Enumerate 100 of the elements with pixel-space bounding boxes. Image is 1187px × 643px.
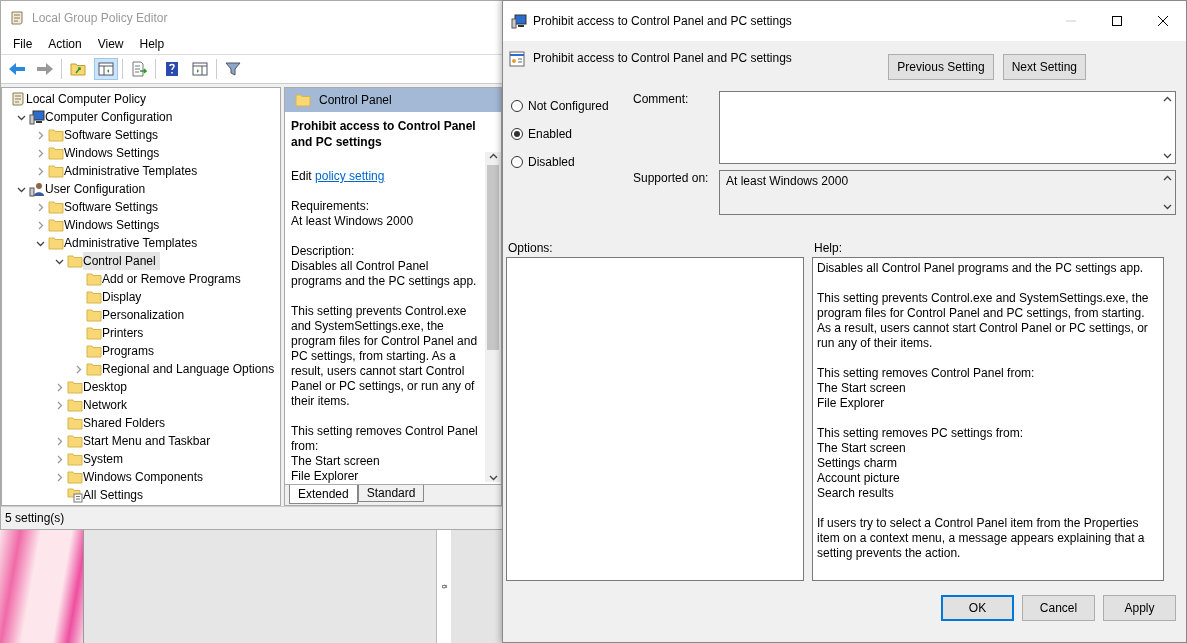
supported-on-field: At least Windows 2000 [719,170,1176,215]
description-text: File Explorer [291,469,360,484]
dialog-button[interactable]: OK [941,595,1014,621]
help-text: Search results [817,486,895,501]
tree-item[interactable]: Desktop [83,378,132,396]
scrollbar[interactable] [485,152,501,482]
scroll-up-icon[interactable] [1162,174,1172,183]
ruler: 6 [436,530,451,643]
section-label: Options: [508,241,554,257]
description-text: This setting prevents Control.exe and SystemSettings.exe, the program files for Control Panel and PC settings, from starting. As a result, users cannot start Control Panel or PC settings, or run any of their items. [291,304,479,409]
policy-setting-link[interactable]: policy setting [315,169,385,183]
help-text: This setting removes Control Panel from: [817,366,1036,381]
window-title: Local Group Policy Editor [32,10,168,25]
radio-option[interactable]: Not Configured [511,97,633,115]
nav-button[interactable]: Previous Setting [888,54,994,80]
folder-icon [48,146,64,160]
menu-item[interactable]: File [5,37,41,51]
folder-icon [48,218,64,232]
pane-toggle-icon [192,62,208,76]
folder-icon [48,200,64,214]
tree-item[interactable]: Network [83,396,131,414]
scroll-down-icon[interactable] [1162,202,1172,211]
document-arrow-icon [131,61,147,77]
field-label: Comment: [633,91,690,108]
pane-title: Control Panel [319,93,392,107]
folder-icon [48,128,64,142]
folder-icon [67,380,83,394]
tree-item[interactable]: Software Settings [64,198,163,216]
dialog-button[interactable]: Cancel [1022,595,1095,621]
tree-item[interactable]: Start Menu and Taskbar [83,432,215,450]
tree-item[interactable]: Windows Settings [64,216,164,234]
menu-item[interactable]: View [89,37,132,51]
tree-item[interactable]: Display [102,288,146,306]
computer-icon [29,109,45,125]
tree-item[interactable]: Local Computer Policy [26,90,151,108]
help-text: The Start screen [817,381,907,396]
setting-title: Prohibit access to Control Panel and PC settings [291,118,477,150]
field-label: Supported on: [633,170,710,187]
help-text: This setting prevents Control.exe and SystemSettings.exe, the program files for Control Panel and PC settings, from starting. As a result, users cannot start Control Panel or PC settings, or run any of their items. [817,291,1150,351]
scroll-up-icon[interactable] [488,152,498,161]
computer-icon [511,13,527,29]
scroll-down-icon[interactable] [1162,151,1172,160]
tree-item[interactable]: Shared Folders [83,414,170,432]
scroll-icon [9,9,25,26]
scroll-icon [10,91,26,107]
folder-icon [67,452,83,466]
help-text: The Start screen [817,441,907,456]
dialog-button[interactable]: Apply [1103,595,1176,621]
view-tab[interactable]: Extended [289,485,358,504]
tree-item[interactable]: Printers [102,324,148,342]
setting-name: Prohibit access to Control Panel and PC settings [533,51,792,65]
left-arrow-icon [8,62,26,76]
scroll-up-icon[interactable] [1162,95,1172,104]
show-tree-button[interactable] [94,58,118,80]
tree-item[interactable]: Personalization [102,306,189,324]
comment-field[interactable] [719,91,1176,164]
folder-icon [67,434,83,448]
tree-item[interactable]: System [83,450,127,468]
description-text: The Start screen [291,454,381,469]
tree-item[interactable]: Programs [102,342,158,360]
folder-icon [67,254,83,268]
radio-option[interactable]: Enabled [511,125,633,143]
nav-button[interactable]: Next Setting [1002,54,1086,80]
tree-item[interactable]: User Configuration [45,180,150,198]
tree-item[interactable]: Windows Components [83,468,208,486]
help-text: Account picture [817,471,901,486]
help-text: Settings charm [817,456,899,471]
description-text: Description: [291,244,356,259]
folder-icon [48,236,64,250]
tree-item[interactable]: Administrative Templates [64,234,202,252]
filter-icon [225,62,241,76]
status-bar: 5 setting(s) [1,506,502,529]
folder-icon [67,398,83,412]
help-text: If users try to select a Control Panel item from the Properties item on a context menu, a message appears explaining that a setting prevents the action. [817,516,1146,561]
tree-item[interactable]: Software Settings [64,126,163,144]
tree-item[interactable]: Control Panel [83,252,160,270]
tree-item[interactable]: All Settings [83,486,148,504]
scroll-down-icon[interactable] [488,473,498,482]
description-text: Requirements: [291,199,371,214]
tree-item[interactable]: Windows Settings [64,144,164,162]
radio-option[interactable]: Disabled [511,153,633,171]
menu-item[interactable]: Action [40,37,90,51]
close-icon [1158,16,1168,26]
tree-item[interactable]: Regional and Language Options [102,360,279,378]
description-text: Disables all Control Panel programs and the PC settings app. [291,259,478,289]
section-label: Help: [814,241,842,257]
tree-item[interactable]: Computer Configuration [45,108,177,126]
description-text: This setting removes Control Panel from: [291,424,479,454]
maximize-icon [1112,16,1122,26]
folder-icon [48,164,64,178]
dialog-title: Prohibit access to Control Panel and PC settings [533,14,792,28]
folder-icon [86,326,102,340]
tree-item[interactable]: Administrative Templates [64,162,202,180]
menu-item[interactable]: Help [131,37,173,51]
settings-list-icon [67,487,83,503]
help-text: Disables all Control Panel programs and the PC settings app. [817,261,1145,276]
tree-item[interactable]: Add or Remove Programs [102,270,245,288]
help-icon [165,61,179,77]
user-icon [29,181,45,197]
view-tab[interactable]: Standard [357,485,425,502]
